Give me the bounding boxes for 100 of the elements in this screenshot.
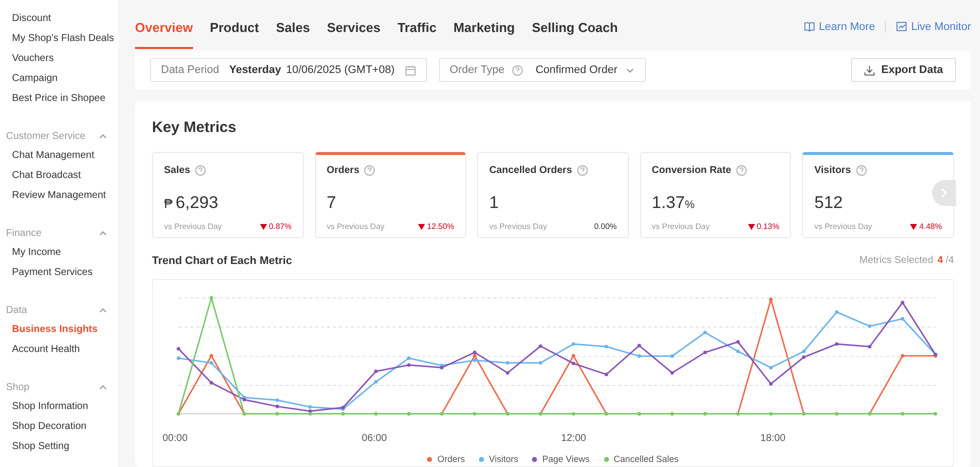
data-point — [572, 362, 576, 366]
metric-value: 512 — [814, 192, 843, 214]
data-point — [604, 344, 608, 348]
tab[interactable]: Marketing — [453, 4, 515, 49]
unit-text: % — [684, 198, 695, 212]
sidebar-item[interactable]: My Income — [12, 243, 118, 263]
metric-card[interactable]: Cancelled Orders 1 vs Previous Day 0.00% — [477, 152, 629, 238]
tab[interactable]: Services — [326, 4, 380, 49]
data-point — [637, 354, 642, 358]
calendar-icon — [404, 64, 416, 76]
data-point — [736, 340, 740, 344]
date-picker[interactable]: Data Period Yesterday 10/06/2025 (GMT+08) — [150, 58, 427, 82]
help-icon — [364, 164, 376, 176]
metric-value: 1.37 — [652, 192, 685, 214]
tab[interactable]: Sales — [276, 4, 310, 49]
header-link[interactable]: Live Monitor — [896, 18, 971, 36]
filter-label: Order Type — [450, 63, 504, 78]
data-point — [572, 412, 576, 416]
data-point — [176, 346, 180, 351]
tab[interactable]: Selling Coach — [532, 4, 618, 49]
compare-text: vs Previous Day — [489, 221, 547, 233]
data-point — [374, 370, 378, 374]
data-point — [604, 372, 608, 376]
data-point — [572, 342, 576, 346]
metric-label: Sales — [164, 164, 190, 178]
data-point — [834, 342, 838, 346]
data-point — [538, 361, 542, 365]
down-triangle-icon — [910, 224, 918, 230]
change-value: 0.00% — [594, 221, 617, 233]
down-triangle-icon — [418, 224, 426, 230]
data-point — [934, 412, 938, 416]
data-point — [472, 412, 476, 416]
help-icon — [512, 64, 524, 76]
metric-card[interactable]: Conversion Rate 1.37% vs Previous Day 0.13% — [640, 152, 792, 238]
data-point — [210, 354, 214, 358]
section-title: Data — [6, 304, 28, 318]
metric-card[interactable]: Sales ₱ 6,293 vs Previous Day 0.87% — [152, 152, 304, 238]
order-type-select[interactable]: Order Type Confirmed Order — [438, 58, 646, 82]
data-point — [210, 361, 214, 365]
data-point — [407, 363, 411, 367]
data-point — [802, 355, 806, 359]
export-button[interactable]: Export Data — [851, 58, 956, 82]
data-point — [769, 366, 773, 370]
data-point — [769, 412, 773, 416]
sidebar-item[interactable]: Business Insights — [12, 320, 118, 340]
sidebar-item[interactable]: Shop Setting — [12, 437, 118, 457]
section-title: Shop — [6, 380, 30, 394]
data-point — [769, 382, 773, 386]
metric-label: Cancelled Orders — [489, 164, 572, 178]
currency-symbol: ₱ — [164, 194, 173, 212]
sidebar-item[interactable]: Vouchers — [12, 49, 118, 69]
change-value: 4.48% — [910, 221, 942, 233]
data-point — [210, 296, 214, 300]
help-icon — [736, 164, 748, 176]
help-icon — [856, 164, 867, 176]
sidebar-item[interactable]: My Shop's Flash Deals — [12, 29, 118, 49]
sidebar-item[interactable]: Account Health — [12, 340, 118, 360]
compare-text: vs Previous Day — [164, 221, 222, 233]
metric-label: Conversion Rate — [652, 164, 732, 178]
sidebar-item[interactable]: Shop Decoration — [12, 417, 118, 437]
sidebar-item[interactable]: Discount — [12, 9, 118, 29]
date-text: 10/06/2025 (GMT+08) — [286, 63, 395, 78]
sidebar-item[interactable]: Best Price in Shopee — [12, 89, 118, 109]
sidebar-item[interactable]: Chat Management — [12, 146, 118, 166]
data-point — [868, 324, 872, 328]
sidebar-item[interactable]: Payment Services — [12, 263, 118, 283]
download-icon — [864, 64, 876, 76]
compare-text: vs Previous Day — [326, 221, 384, 233]
sidebar-item[interactable]: Review Management — [12, 186, 118, 206]
change-value: 0.13% — [748, 221, 780, 233]
sidebar-item[interactable]: Chat Broadcast — [12, 166, 118, 186]
tab[interactable]: Product — [210, 4, 259, 49]
data-point — [802, 350, 806, 354]
legend-label: Orders — [437, 452, 465, 466]
data-point — [900, 300, 904, 304]
data-point — [374, 380, 378, 384]
data-point — [176, 356, 180, 360]
legend-label: Cancelled Sales — [614, 452, 679, 466]
select-value: Confirmed Order — [535, 63, 618, 78]
data-point — [506, 371, 510, 375]
data-point — [868, 344, 872, 348]
header-link[interactable]: Learn More — [804, 18, 876, 36]
panel-title: Key Metrics — [152, 118, 238, 138]
metric-label: Orders — [326, 164, 360, 178]
book-icon — [804, 21, 815, 32]
tab[interactable]: Traffic — [397, 4, 436, 49]
metrics-selected-label: Metrics Selected — [859, 254, 934, 268]
sidebar-item[interactable]: Campaign — [12, 69, 118, 89]
data-point — [670, 354, 674, 358]
legend-label: Page Views — [542, 452, 590, 466]
down-triangle-icon — [748, 224, 755, 230]
metric-card[interactable]: Orders 7 vs Previous Day 12.50% — [314, 152, 466, 238]
change-value: 12.50% — [418, 221, 454, 233]
data-point — [769, 298, 773, 302]
change-value: 0.87% — [260, 221, 292, 233]
axis-label: 12:00 — [561, 432, 586, 446]
legend-label: Visitors — [488, 452, 518, 466]
data-point — [900, 412, 904, 416]
data-point — [210, 381, 214, 385]
sidebar-item[interactable]: Shop Information — [12, 397, 118, 417]
